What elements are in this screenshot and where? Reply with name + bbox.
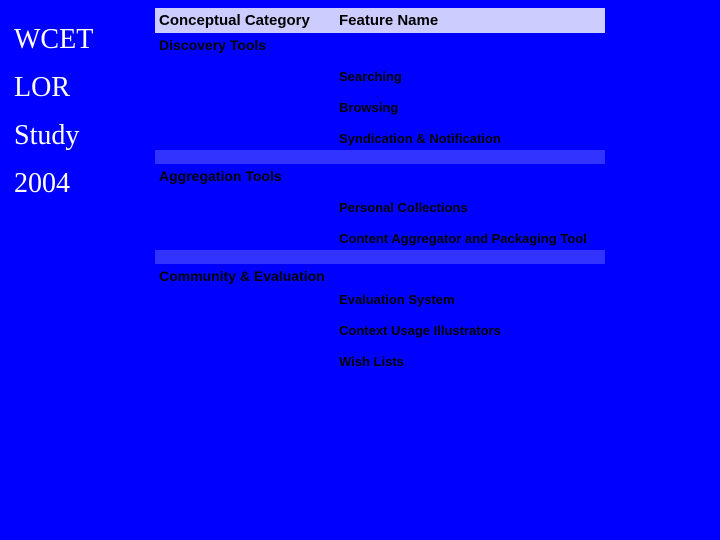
sidebar-line: WCET [14, 26, 154, 54]
sidebar-line: 2004 [14, 170, 154, 198]
category-cell: Discovery Tools [155, 33, 335, 57]
table-row: Content Aggregator and Packaging Tool [155, 227, 605, 250]
table-row: Browsing [155, 96, 605, 119]
feature-cell [335, 164, 605, 172]
feature-cell: Context Usage Illustrators [335, 319, 605, 342]
table-row: Searching [155, 65, 605, 88]
table-row: Community & Evaluation [155, 264, 605, 288]
section-divider [155, 150, 605, 164]
category-cell: Aggregation Tools [155, 164, 335, 188]
feature-cell: Personal Collections [335, 196, 605, 219]
feature-cell: Browsing [335, 96, 605, 119]
header-category: Conceptual Category [155, 8, 335, 33]
table-row: Discovery Tools [155, 33, 605, 57]
feature-cell [335, 264, 605, 272]
feature-cell: Syndication & Notification [335, 127, 605, 150]
feature-table: Conceptual Category Feature Name Discove… [155, 8, 605, 373]
feature-cell [335, 33, 605, 41]
sidebar-title: WCET LOR Study 2004 [14, 26, 154, 218]
table-row: Context Usage Illustrators [155, 319, 605, 342]
header-feature: Feature Name [335, 8, 605, 33]
feature-cell: Evaluation System [335, 288, 605, 311]
feature-cell: Content Aggregator and Packaging Tool [335, 227, 605, 250]
table-row: Syndication & Notification [155, 127, 605, 150]
section-divider [155, 250, 605, 264]
feature-cell: Wish Lists [335, 350, 605, 373]
table-row: Aggregation Tools [155, 164, 605, 188]
table-row: Evaluation System [155, 288, 605, 311]
table-row: Personal Collections [155, 196, 605, 219]
category-cell: Community & Evaluation [155, 264, 335, 288]
sidebar-line: Study [14, 122, 154, 150]
feature-cell: Searching [335, 65, 605, 88]
sidebar-line: LOR [14, 74, 154, 102]
table-header-row: Conceptual Category Feature Name [155, 8, 605, 33]
table-row: Wish Lists [155, 350, 605, 373]
